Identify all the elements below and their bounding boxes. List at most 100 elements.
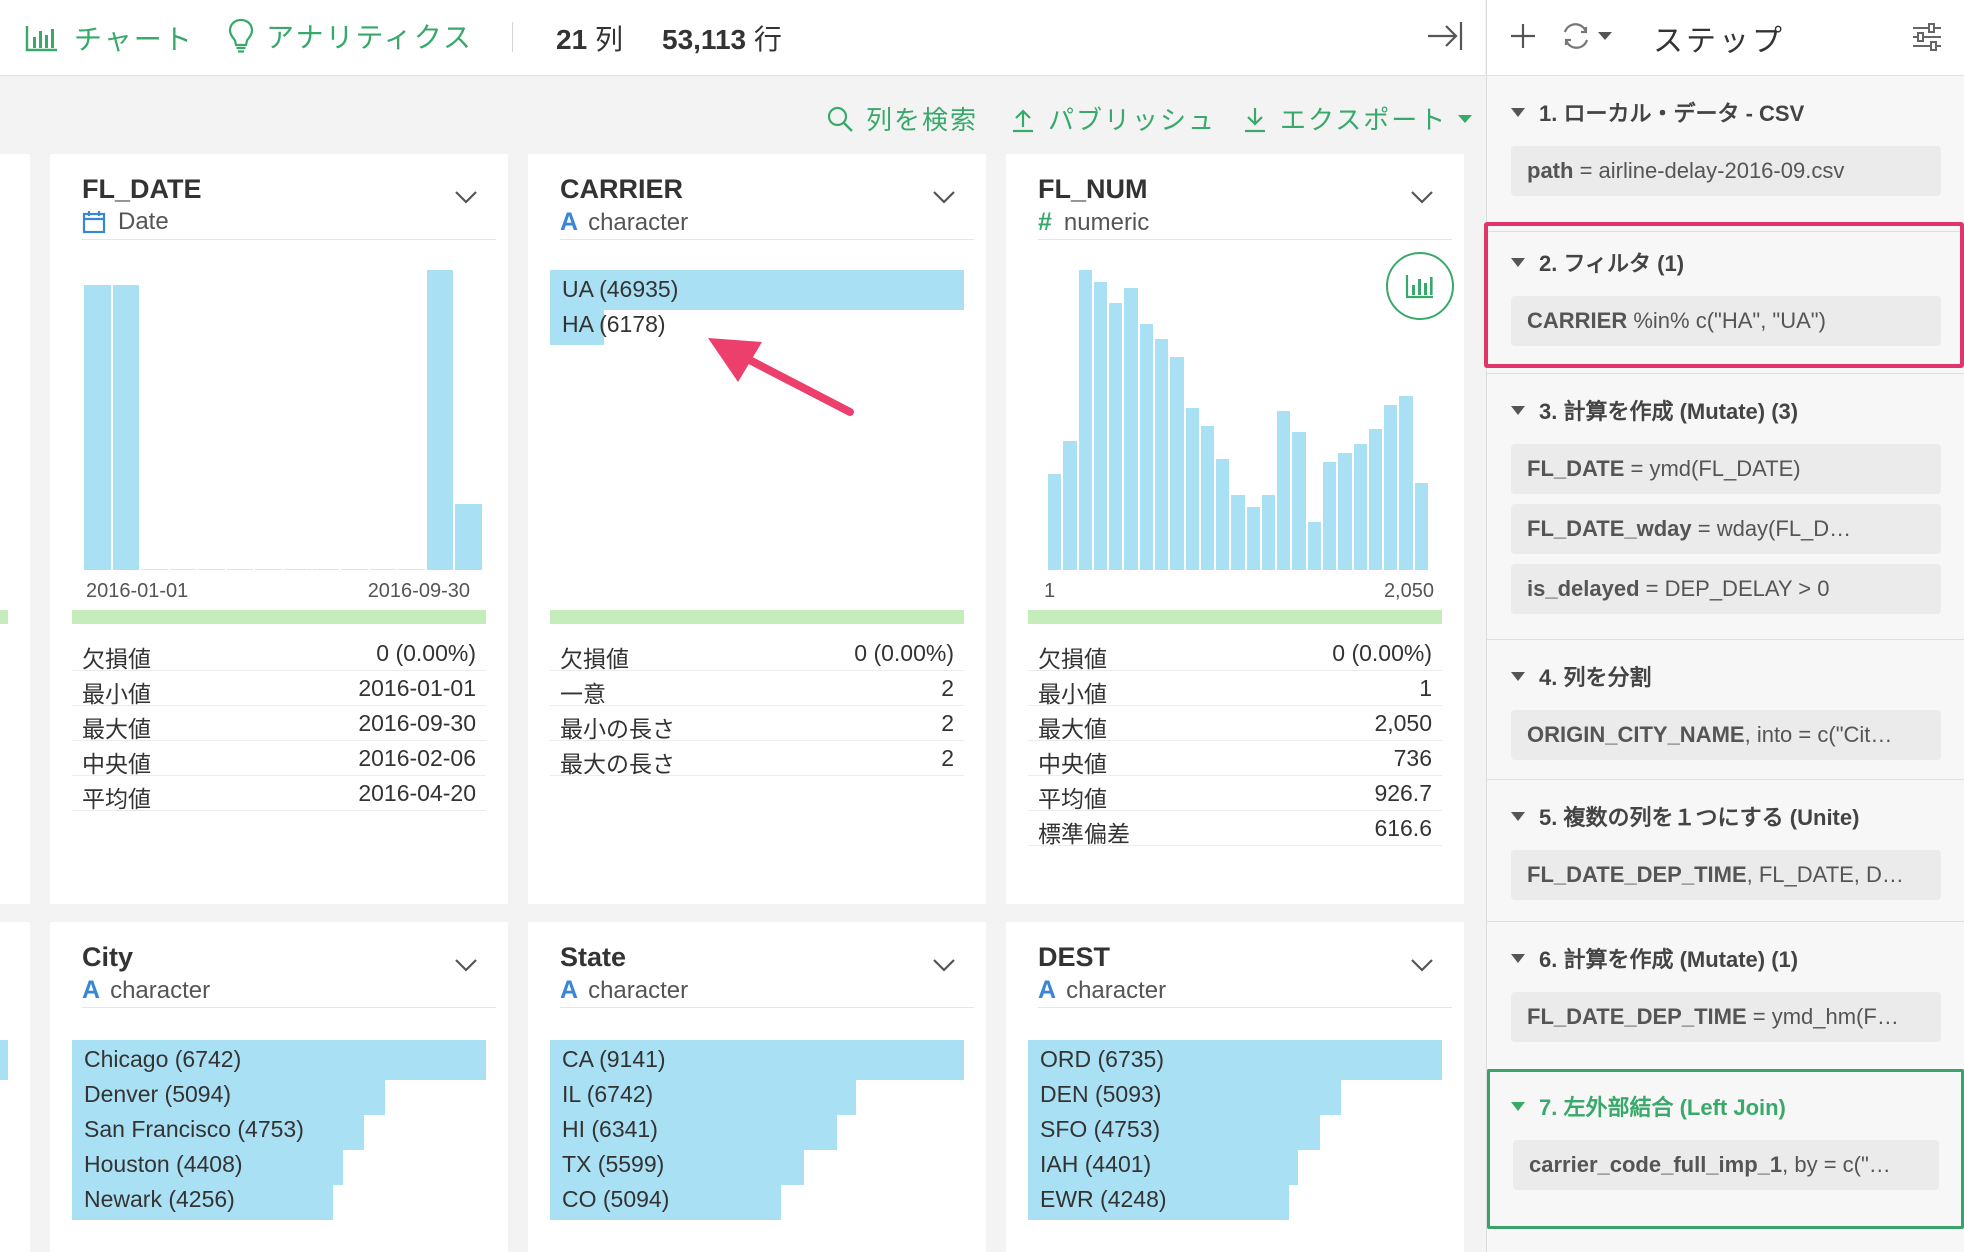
histogram-bar[interactable] — [141, 569, 168, 570]
step-expression-chip[interactable]: FL_DATE = ymd(FL_DATE) — [1511, 444, 1941, 494]
column-name: State — [560, 942, 627, 972]
settings-sliders-icon[interactable] — [1911, 22, 1943, 52]
step-expression-chip[interactable]: is_delayed = DEP_DELAY > 0 — [1511, 564, 1941, 614]
histogram-bar[interactable] — [1048, 474, 1062, 570]
step-expression-chip[interactable]: path = airline-delay-2016-09.csv — [1511, 146, 1941, 196]
step-expression-chip[interactable]: ORIGIN_CITY_NAME, into = c("Cit… — [1511, 710, 1941, 760]
step-title[interactable]: 5. 複数の列を１つにする (Unite) — [1511, 800, 1859, 832]
chevron-down-icon[interactable] — [454, 190, 478, 204]
histogram-bar[interactable] — [1154, 339, 1169, 570]
histogram-bar[interactable] — [255, 569, 282, 570]
collapse-panel-button[interactable] — [1426, 18, 1464, 59]
collapse-triangle-icon[interactable] — [1511, 405, 1525, 415]
histogram-bar[interactable] — [1246, 507, 1260, 570]
chip-key: FL_DATE_DEP_TIME — [1527, 1004, 1747, 1029]
previous-column-card-edge — [0, 154, 30, 904]
histogram-bar[interactable] — [198, 569, 225, 570]
character-type-icon: A — [560, 208, 579, 236]
histogram[interactable] — [1048, 270, 1430, 570]
axis-min-label: 1 — [1044, 580, 1056, 602]
analytics-tab[interactable]: アナリティクス — [228, 16, 473, 56]
histogram-bar[interactable] — [312, 569, 340, 570]
step-item[interactable]: 1. ローカル・データ - CSV path = airline-delay-20… — [1487, 76, 1964, 232]
histogram-bar[interactable] — [112, 285, 140, 570]
export-button[interactable]: エクスポート — [1242, 100, 1473, 137]
histogram-bar[interactable] — [1063, 441, 1077, 570]
histogram-bar[interactable] — [1078, 270, 1092, 570]
histogram-bar[interactable] — [1384, 405, 1398, 570]
search-columns-button[interactable]: 列を検索 — [826, 100, 978, 137]
column-header: DEST A character — [1038, 938, 1452, 1008]
publish-button[interactable]: パブリッシュ — [1010, 100, 1216, 137]
histogram-bar[interactable] — [1139, 324, 1153, 570]
histogram-bar[interactable] — [1124, 288, 1138, 570]
histogram-bar[interactable] — [1200, 426, 1215, 570]
chevron-down-icon[interactable] — [454, 958, 478, 972]
step-title[interactable]: 4. 列を分割 — [1511, 660, 1651, 692]
step-title[interactable]: 6. 計算を作成 (Mutate) (1) — [1511, 942, 1798, 974]
step-item[interactable]: 5. 複数の列を１つにする (Unite) FL_DATE_DEP_TIME, F… — [1487, 780, 1964, 922]
chip-key: path — [1527, 158, 1574, 183]
step-item[interactable]: 6. 計算を作成 (Mutate) (1) FL_DATE_DEP_TIME = … — [1487, 922, 1964, 1070]
step-item[interactable]: 3. 計算を作成 (Mutate) (3) FL_DATE = ymd(FL_DA… — [1487, 374, 1964, 640]
histogram-bar[interactable] — [1338, 453, 1352, 570]
highlight-filter-step — [1484, 222, 1964, 368]
annotation-arrow — [708, 338, 854, 416]
chip-key: FL_DATE — [1527, 456, 1625, 481]
step-title[interactable]: 1. ローカル・データ - CSV — [1511, 96, 1804, 128]
histogram-bar[interactable] — [1170, 357, 1184, 570]
chevron-down-icon[interactable] — [932, 190, 956, 204]
plus-icon[interactable] — [1507, 20, 1539, 52]
numeric-type-icon: # — [1038, 208, 1052, 236]
step-expression-chip[interactable]: FL_DATE_wday = wday(FL_D… — [1511, 504, 1941, 554]
column-header: FL_DATE Date — [82, 170, 496, 240]
histogram-bar[interactable] — [1109, 303, 1123, 570]
step-title[interactable]: 3. 計算を作成 (Mutate) (3) — [1511, 394, 1798, 426]
histogram-bar[interactable] — [1323, 462, 1337, 570]
chip-rest: = ymd(FL_DATE) — [1624, 456, 1801, 481]
histogram-bar[interactable] — [1185, 408, 1199, 570]
histogram-bar[interactable] — [1414, 483, 1428, 570]
histogram-bar[interactable] — [84, 285, 111, 570]
histogram-bar[interactable] — [1292, 432, 1306, 570]
histogram-bar[interactable] — [1261, 495, 1276, 570]
open-chart-button[interactable] — [1386, 252, 1454, 320]
histogram-bar[interactable] — [398, 569, 425, 570]
histogram-bar[interactable] — [455, 504, 482, 570]
histogram-bar[interactable] — [1353, 444, 1367, 570]
histogram-bar[interactable] — [369, 569, 397, 570]
histogram-bar[interactable] — [1307, 522, 1322, 570]
histogram-bar[interactable] — [426, 270, 454, 570]
stat-label: 欠損値 — [1038, 646, 1107, 672]
stat-value: 2016-01-01 — [358, 675, 476, 701]
histogram-bar[interactable] — [1277, 411, 1291, 570]
chip-rest: = ymd_hm(F… — [1746, 1004, 1899, 1029]
step-item[interactable]: 4. 列を分割 ORIGIN_CITY_NAME, into = c("Cit… — [1487, 640, 1964, 780]
category-label: DEN (5093) — [1040, 1081, 1162, 1107]
refresh-dropdown[interactable] — [1559, 20, 1613, 52]
collapse-triangle-icon[interactable] — [1511, 811, 1525, 821]
histogram[interactable] — [84, 270, 484, 570]
step-expression-chip[interactable]: FL_DATE_DEP_TIME, FL_DATE, D… — [1511, 850, 1941, 900]
histogram-bar[interactable] — [226, 569, 254, 570]
histogram-bar[interactable] — [169, 569, 197, 570]
step-expression-chip[interactable]: FL_DATE_DEP_TIME = ymd_hm(F… — [1511, 992, 1941, 1042]
chevron-down-icon[interactable] — [1410, 958, 1434, 972]
histogram-bar[interactable] — [1368, 429, 1383, 570]
histogram-bar[interactable] — [1216, 459, 1230, 570]
category-label: CO (5094) — [562, 1186, 670, 1212]
histogram-bar[interactable] — [341, 569, 368, 570]
chevron-down-icon[interactable] — [932, 958, 956, 972]
stat-value: 2016-02-06 — [358, 745, 476, 771]
histogram-bar[interactable] — [1093, 282, 1108, 570]
stat-label: 最大の長さ — [560, 751, 675, 777]
chart-tab[interactable]: チャート — [24, 18, 194, 58]
histogram-bar[interactable] — [1399, 396, 1413, 570]
histogram-bar[interactable] — [284, 569, 311, 570]
stat-row: 平均値 2016-04-20 — [72, 776, 486, 812]
collapse-triangle-icon[interactable] — [1511, 671, 1525, 681]
histogram-bar[interactable] — [1231, 495, 1245, 570]
collapse-triangle-icon[interactable] — [1511, 107, 1525, 117]
chevron-down-icon[interactable] — [1410, 190, 1434, 204]
collapse-triangle-icon[interactable] — [1511, 953, 1525, 963]
